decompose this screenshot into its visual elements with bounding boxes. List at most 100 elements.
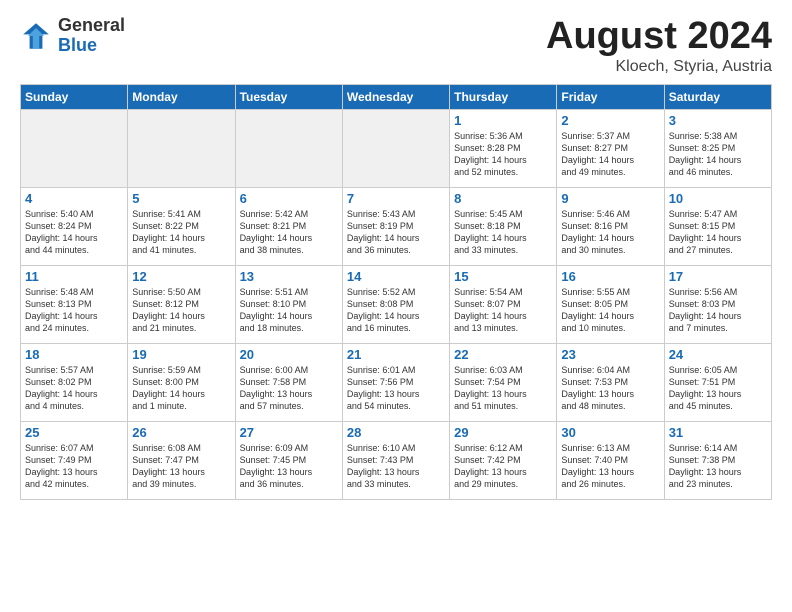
day-info: Sunrise: 5:56 AM Sunset: 8:03 PM Dayligh… bbox=[669, 286, 767, 335]
day-number: 18 bbox=[25, 347, 123, 362]
col-monday: Monday bbox=[128, 84, 235, 109]
day-number: 26 bbox=[132, 425, 230, 440]
day-info: Sunrise: 6:04 AM Sunset: 7:53 PM Dayligh… bbox=[561, 364, 659, 413]
day-info: Sunrise: 6:13 AM Sunset: 7:40 PM Dayligh… bbox=[561, 442, 659, 491]
table-row: 14 Sunrise: 5:52 AM Sunset: 8:08 PM Dayli… bbox=[342, 265, 449, 343]
day-number: 30 bbox=[561, 425, 659, 440]
day-number: 13 bbox=[240, 269, 338, 284]
table-row: 19Sunrise: 5:59 AM Sunset: 8:00 PM Dayli… bbox=[128, 343, 235, 421]
day-info: Sunrise: 5:48 AM Sunset: 8:13 PM Dayligh… bbox=[25, 286, 123, 335]
day-info: Sunrise: 5:42 AM Sunset: 8:21 PM Dayligh… bbox=[240, 208, 338, 257]
day-number: 4 bbox=[25, 191, 123, 206]
day-number: 5 bbox=[132, 191, 230, 206]
col-friday: Friday bbox=[557, 84, 664, 109]
day-number: 23 bbox=[561, 347, 659, 362]
day-info: Sunrise: 6:05 AM Sunset: 7:51 PM Dayligh… bbox=[669, 364, 767, 413]
logo: General Blue bbox=[20, 16, 125, 56]
table-row: 5 Sunrise: 5:41 AM Sunset: 8:22 PM Daylig… bbox=[128, 187, 235, 265]
table-row: 11 Sunrise: 5:48 AM Sunset: 8:13 PM Dayli… bbox=[21, 265, 128, 343]
table-row: 30 Sunrise: 6:13 AM Sunset: 7:40 PM Dayli… bbox=[557, 421, 664, 499]
table-row: 22 Sunrise: 6:03 AM Sunset: 7:54 PM Dayli… bbox=[450, 343, 557, 421]
calendar-week-row: 11 Sunrise: 5:48 AM Sunset: 8:13 PM Dayli… bbox=[21, 265, 772, 343]
day-number: 3 bbox=[669, 113, 767, 128]
calendar-week-row: 1 Sunrise: 5:36 AM Sunset: 8:28 PM Daylig… bbox=[21, 109, 772, 187]
day-number: 17 bbox=[669, 269, 767, 284]
day-info: Sunrise: 5:50 AM Sunset: 8:12 PM Dayligh… bbox=[132, 286, 230, 335]
day-info: Sunrise: 5:52 AM Sunset: 8:08 PM Dayligh… bbox=[347, 286, 445, 335]
day-info: Sunrise: 6:07 AM Sunset: 7:49 PM Dayligh… bbox=[25, 442, 123, 491]
day-number: 9 bbox=[561, 191, 659, 206]
table-row: 24 Sunrise: 6:05 AM Sunset: 7:51 PM Dayli… bbox=[664, 343, 771, 421]
table-row: 28 Sunrise: 6:10 AM Sunset: 7:43 PM Dayli… bbox=[342, 421, 449, 499]
day-number: 14 bbox=[347, 269, 445, 284]
table-row bbox=[235, 109, 342, 187]
table-row: 6 Sunrise: 5:42 AM Sunset: 8:21 PM Daylig… bbox=[235, 187, 342, 265]
table-row: 23 Sunrise: 6:04 AM Sunset: 7:53 PM Dayli… bbox=[557, 343, 664, 421]
title-block: August 2024 Kloech, Styria, Austria bbox=[546, 16, 772, 76]
day-info: Sunrise: 5:36 AM Sunset: 8:28 PM Dayligh… bbox=[454, 130, 552, 179]
day-number: 15 bbox=[454, 269, 552, 284]
table-row: 21Sunrise: 6:01 AM Sunset: 7:56 PM Dayli… bbox=[342, 343, 449, 421]
table-row: 29 Sunrise: 6:12 AM Sunset: 7:42 PM Dayli… bbox=[450, 421, 557, 499]
day-info: Sunrise: 6:10 AM Sunset: 7:43 PM Dayligh… bbox=[347, 442, 445, 491]
day-info: Sunrise: 5:40 AM Sunset: 8:24 PM Dayligh… bbox=[25, 208, 123, 257]
day-number: 22 bbox=[454, 347, 552, 362]
table-row bbox=[21, 109, 128, 187]
calendar-week-row: 25 Sunrise: 6:07 AM Sunset: 7:49 PM Dayli… bbox=[21, 421, 772, 499]
title-month: August 2024 bbox=[546, 16, 772, 58]
table-row: 13 Sunrise: 5:51 AM Sunset: 8:10 PM Dayli… bbox=[235, 265, 342, 343]
header: General Blue August 2024 Kloech, Styria,… bbox=[20, 16, 772, 76]
day-number: 12 bbox=[132, 269, 230, 284]
day-number: 27 bbox=[240, 425, 338, 440]
table-row: 16 Sunrise: 5:55 AM Sunset: 8:05 PM Dayli… bbox=[557, 265, 664, 343]
day-number: 11 bbox=[25, 269, 123, 284]
col-wednesday: Wednesday bbox=[342, 84, 449, 109]
table-row bbox=[342, 109, 449, 187]
day-info: Sunrise: 5:37 AM Sunset: 8:27 PM Dayligh… bbox=[561, 130, 659, 179]
day-info: Sunrise: 6:08 AM Sunset: 7:47 PM Dayligh… bbox=[132, 442, 230, 491]
day-number: 24 bbox=[669, 347, 767, 362]
day-info: Sunrise: 6:12 AM Sunset: 7:42 PM Dayligh… bbox=[454, 442, 552, 491]
table-row bbox=[128, 109, 235, 187]
day-info: Sunrise: 5:57 AM Sunset: 8:02 PM Dayligh… bbox=[25, 364, 123, 413]
table-row: 27Sunrise: 6:09 AM Sunset: 7:45 PM Dayli… bbox=[235, 421, 342, 499]
day-info: Sunrise: 5:38 AM Sunset: 8:25 PM Dayligh… bbox=[669, 130, 767, 179]
day-info: Sunrise: 5:59 AM Sunset: 8:00 PM Dayligh… bbox=[132, 364, 230, 413]
day-number: 25 bbox=[25, 425, 123, 440]
day-info: Sunrise: 5:43 AM Sunset: 8:19 PM Dayligh… bbox=[347, 208, 445, 257]
day-number: 7 bbox=[347, 191, 445, 206]
logo-icon bbox=[20, 20, 52, 52]
table-row: 2 Sunrise: 5:37 AM Sunset: 8:27 PM Daylig… bbox=[557, 109, 664, 187]
table-row: 15 Sunrise: 5:54 AM Sunset: 8:07 PM Dayli… bbox=[450, 265, 557, 343]
day-info: Sunrise: 5:45 AM Sunset: 8:18 PM Dayligh… bbox=[454, 208, 552, 257]
day-number: 31 bbox=[669, 425, 767, 440]
day-info: Sunrise: 6:00 AM Sunset: 7:58 PM Dayligh… bbox=[240, 364, 338, 413]
calendar-table: Sunday Monday Tuesday Wednesday Thursday… bbox=[20, 84, 772, 500]
table-row: 17 Sunrise: 5:56 AM Sunset: 8:03 PM Dayli… bbox=[664, 265, 771, 343]
day-info: Sunrise: 5:41 AM Sunset: 8:22 PM Dayligh… bbox=[132, 208, 230, 257]
logo-general-label: General bbox=[58, 16, 125, 36]
day-info: Sunrise: 5:47 AM Sunset: 8:15 PM Dayligh… bbox=[669, 208, 767, 257]
day-info: Sunrise: 5:55 AM Sunset: 8:05 PM Dayligh… bbox=[561, 286, 659, 335]
day-number: 28 bbox=[347, 425, 445, 440]
day-number: 1 bbox=[454, 113, 552, 128]
day-info: Sunrise: 6:03 AM Sunset: 7:54 PM Dayligh… bbox=[454, 364, 552, 413]
day-number: 6 bbox=[240, 191, 338, 206]
col-saturday: Saturday bbox=[664, 84, 771, 109]
day-info: Sunrise: 5:54 AM Sunset: 8:07 PM Dayligh… bbox=[454, 286, 552, 335]
table-row: 3 Sunrise: 5:38 AM Sunset: 8:25 PM Daylig… bbox=[664, 109, 771, 187]
table-row: 1 Sunrise: 5:36 AM Sunset: 8:28 PM Daylig… bbox=[450, 109, 557, 187]
table-row: 9 Sunrise: 5:46 AM Sunset: 8:16 PM Daylig… bbox=[557, 187, 664, 265]
day-number: 2 bbox=[561, 113, 659, 128]
day-number: 29 bbox=[454, 425, 552, 440]
day-info: Sunrise: 5:51 AM Sunset: 8:10 PM Dayligh… bbox=[240, 286, 338, 335]
table-row: 26 Sunrise: 6:08 AM Sunset: 7:47 PM Dayli… bbox=[128, 421, 235, 499]
day-number: 16 bbox=[561, 269, 659, 284]
day-info: Sunrise: 5:46 AM Sunset: 8:16 PM Dayligh… bbox=[561, 208, 659, 257]
table-row: 31 Sunrise: 6:14 AM Sunset: 7:38 PM Dayli… bbox=[664, 421, 771, 499]
table-row: 4 Sunrise: 5:40 AM Sunset: 8:24 PM Daylig… bbox=[21, 187, 128, 265]
logo-blue-label: Blue bbox=[58, 36, 125, 56]
day-info: Sunrise: 6:14 AM Sunset: 7:38 PM Dayligh… bbox=[669, 442, 767, 491]
calendar-header-row: Sunday Monday Tuesday Wednesday Thursday… bbox=[21, 84, 772, 109]
table-row: 7 Sunrise: 5:43 AM Sunset: 8:19 PM Daylig… bbox=[342, 187, 449, 265]
